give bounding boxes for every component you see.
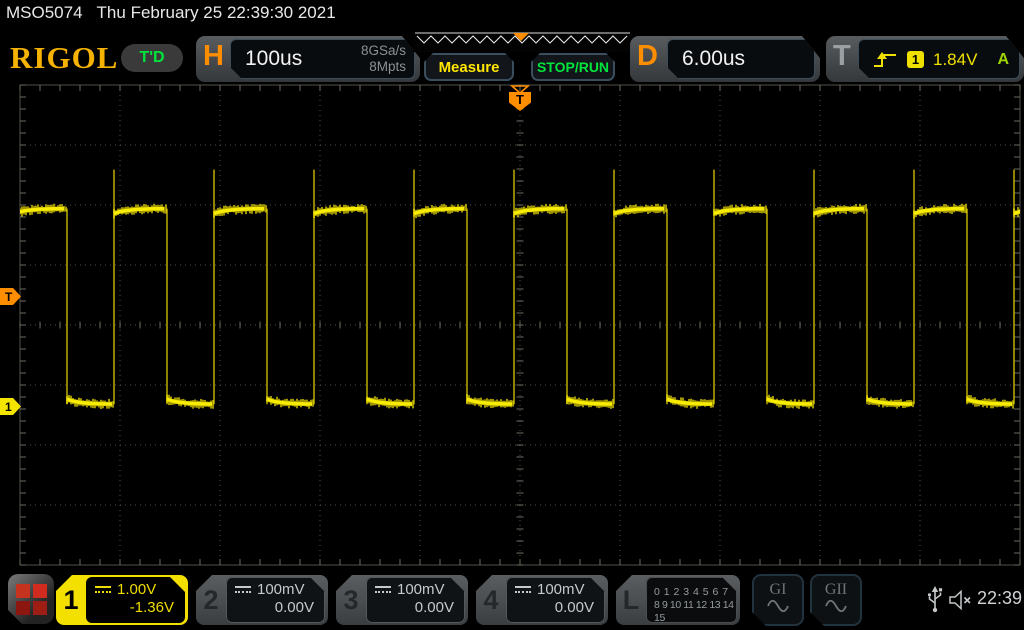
channel-3-scale: 100mV — [397, 581, 445, 598]
menu-grid-icon — [16, 584, 47, 615]
channel-2-button[interactable]: 2 100mV 0.00V — [196, 575, 328, 625]
channel-1-button[interactable]: 1 1.00V -1.36V — [56, 575, 188, 625]
sine-wave-icon — [824, 600, 848, 612]
usb-icon — [926, 584, 944, 616]
channel-3-button[interactable]: 3 100mV 0.00V — [336, 575, 468, 625]
generator-1-label: GI — [754, 581, 802, 599]
channel-1-scale: 1.00V — [117, 581, 156, 598]
dc-coupling-icon — [375, 585, 391, 594]
channel-2-scale: 100mV — [257, 581, 305, 598]
channel-2-offset: 0.00V — [226, 598, 325, 617]
logic-channels-readout: 0 1 2 3 4 5 6 7 8 9 10 11 12 13 14 15 — [646, 577, 737, 623]
sine-wave-icon — [766, 600, 790, 612]
logic-row-1: 0 1 2 3 4 5 6 7 — [654, 586, 737, 599]
channel-3-offset: 0.00V — [366, 598, 465, 617]
channel-3-readout: 100mV 0.00V — [366, 577, 465, 623]
channel-1-offset: -1.36V — [86, 598, 185, 617]
logic-analyzer-button[interactable]: L 0 1 2 3 4 5 6 7 8 9 10 11 12 13 14 15 — [616, 575, 740, 625]
logic-row-2: 8 9 10 11 12 13 14 15 — [654, 599, 737, 625]
dc-coupling-icon — [95, 585, 111, 594]
generator-2-label: GII — [812, 581, 860, 599]
oscilloscope-screen: { "titlebar": { "model": "MSO5074", "dat… — [0, 0, 1024, 630]
channel-4-readout: 100mV 0.00V — [506, 577, 605, 623]
channel-4-offset: 0.00V — [506, 598, 605, 617]
channel-1-readout: 1.00V -1.36V — [86, 577, 185, 623]
generator-2-button[interactable]: GII — [810, 574, 862, 626]
dc-coupling-icon — [235, 585, 251, 594]
speaker-muted-icon[interactable] — [948, 589, 974, 611]
dc-coupling-icon — [515, 585, 531, 594]
generator-1-button[interactable]: GI — [752, 574, 804, 626]
channel-4-button[interactable]: 4 100mV 0.00V — [476, 575, 608, 625]
channel-4-scale: 100mV — [537, 581, 585, 598]
channel-2-readout: 100mV 0.00V — [226, 577, 325, 623]
clock: 22:39 — [974, 588, 1022, 609]
menu-button[interactable] — [8, 574, 54, 624]
